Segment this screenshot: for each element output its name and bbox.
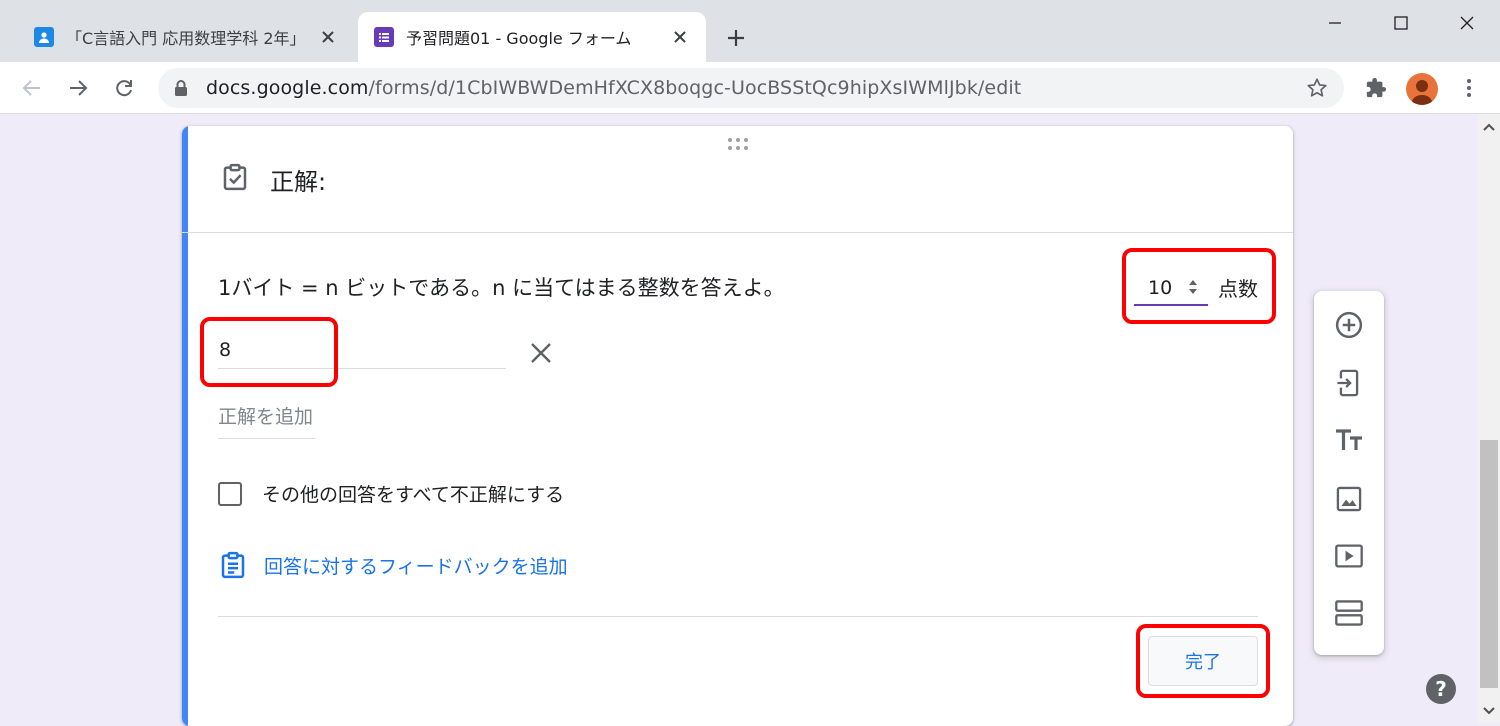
- tab-strip: 「C言語入門 応用数理学科 2年」の 予習問題01 - Google フォーム: [0, 0, 1500, 62]
- mark-others-incorrect-label: その他の回答をすべて不正解にする: [262, 484, 565, 506]
- answer-key-header: 正解:: [182, 126, 1293, 233]
- add-image-icon[interactable]: [1333, 483, 1365, 515]
- mark-others-incorrect-option[interactable]: その他の回答をすべて不正解にする: [218, 480, 564, 507]
- card-divider: [218, 616, 1258, 617]
- add-answer-button[interactable]: 正解を追加: [218, 402, 316, 439]
- close-tab-icon[interactable]: [316, 25, 340, 49]
- tab-forms[interactable]: 予習問題01 - Google フォーム: [358, 12, 706, 62]
- answer-key-title: 正解:: [270, 168, 327, 196]
- remove-answer-icon[interactable]: [528, 340, 554, 366]
- highlight-points: [1122, 248, 1276, 324]
- close-window-icon[interactable]: [1450, 8, 1484, 38]
- forward-icon[interactable]: [64, 74, 92, 102]
- highlight-done-button: [1136, 624, 1270, 698]
- scrollbar-thumb[interactable]: [1480, 440, 1498, 688]
- import-questions-icon[interactable]: [1333, 367, 1365, 399]
- forms-icon: [374, 27, 394, 47]
- page-scrollbar[interactable]: [1478, 114, 1500, 723]
- back-icon[interactable]: [18, 74, 46, 102]
- maximize-icon[interactable]: [1384, 8, 1418, 38]
- add-video-icon[interactable]: [1333, 540, 1365, 572]
- url-host: docs.google.com: [206, 77, 369, 99]
- answer-key-card: 正解: 1バイト = n ビットである。n に当てはまる整数を答えよ。 10 点…: [182, 126, 1293, 726]
- side-toolbar: [1314, 291, 1384, 655]
- new-tab-icon[interactable]: [722, 24, 750, 52]
- add-feedback-button[interactable]: 回答に対するフィードバックを追加: [218, 550, 568, 580]
- tab-title: 「C言語入門 応用数理学科 2年」の: [66, 29, 306, 48]
- scroll-up-icon[interactable]: [1483, 122, 1495, 132]
- add-feedback-label: 回答に対するフィードバックを追加: [264, 555, 568, 578]
- tab-title: 予習問題01 - Google フォーム: [406, 29, 632, 48]
- forms-page: 正解: 1バイト = n ビットである。n に当てはまる整数を答えよ。 10 点…: [0, 114, 1478, 726]
- minimize-icon[interactable]: [1318, 8, 1352, 38]
- mark-others-incorrect-checkbox[interactable]: [218, 481, 242, 506]
- feedback-icon: [221, 551, 245, 579]
- add-question-icon[interactable]: [1333, 309, 1365, 341]
- address-bar[interactable]: docs.google.com/forms/d/1CbIWBWDemHfXCX8…: [158, 68, 1344, 108]
- profile-avatar[interactable]: [1406, 73, 1438, 105]
- reload-icon[interactable]: [110, 74, 138, 102]
- classroom-icon: [34, 27, 54, 47]
- add-section-icon[interactable]: [1333, 597, 1365, 629]
- answer-key-icon: [223, 163, 247, 191]
- scroll-down-icon[interactable]: [1483, 706, 1495, 716]
- close-tab-icon[interactable]: [668, 25, 692, 49]
- browser-menu-icon[interactable]: [1455, 74, 1483, 102]
- lock-icon: [175, 80, 187, 96]
- bookmark-star-icon[interactable]: [1306, 77, 1328, 99]
- question-text: 1バイト = n ビットである。n に当てはまる整数を答えよ。: [218, 276, 785, 300]
- help-button[interactable]: ?: [1426, 674, 1456, 704]
- extensions-icon[interactable]: [1362, 74, 1390, 102]
- tab-classroom[interactable]: 「C言語入門 応用数理学科 2年」の: [18, 12, 354, 62]
- url-path: /forms/d/1CbIWBWDemHfXCX8boqgc-UocBSStQc…: [368, 77, 1022, 99]
- browser-toolbar: docs.google.com/forms/d/1CbIWBWDemHfXCX8…: [0, 62, 1500, 114]
- add-title-icon[interactable]: [1333, 424, 1365, 456]
- url-text: docs.google.com/forms/d/1CbIWBWDemHfXCX8…: [206, 77, 1021, 99]
- highlight-answer: [200, 317, 338, 387]
